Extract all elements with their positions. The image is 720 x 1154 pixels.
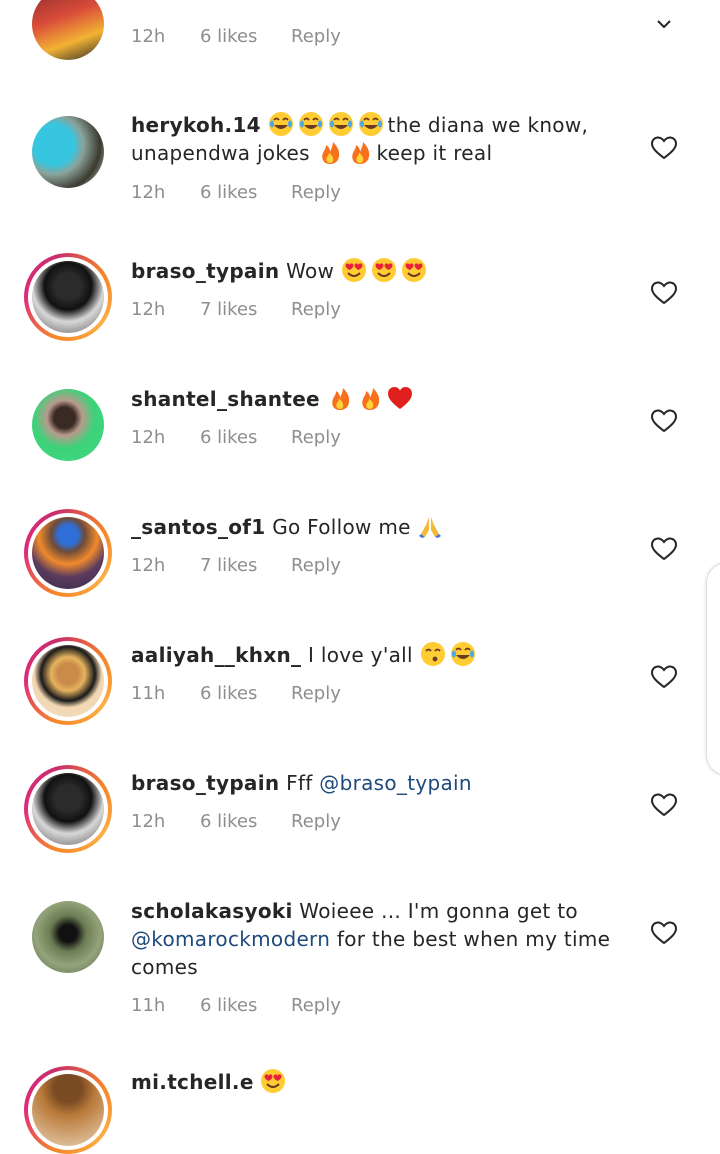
- laughing-emoji-icon: [357, 111, 384, 137]
- reply-button[interactable]: Reply: [291, 683, 341, 704]
- reply-button[interactable]: Reply: [291, 427, 341, 448]
- comment-time: 12h: [131, 299, 166, 320]
- comment-text: mi.tchell.e: [131, 1068, 631, 1096]
- comment-username[interactable]: aaliyah__khxn_: [131, 643, 301, 667]
- mention-link[interactable]: @braso_typain: [319, 771, 472, 795]
- comment-likes[interactable]: 6 likes: [200, 811, 257, 832]
- laughing-emoji-icon: [449, 641, 476, 667]
- heart-outline-icon[interactable]: [651, 281, 677, 305]
- fire-emoji-icon: [321, 142, 339, 164]
- comment-time: 11h: [131, 683, 166, 704]
- laughing-emoji-icon: [327, 111, 354, 137]
- comment-text: shantel_shantee: [131, 385, 631, 413]
- comment-body: Go Follow me: [272, 515, 411, 539]
- laughing-emoji-icon: [297, 111, 324, 137]
- heart-outline-icon[interactable]: [651, 793, 677, 817]
- comment-body: Wow: [286, 259, 335, 283]
- avatar[interactable]: [24, 509, 112, 597]
- red-heart-emoji-icon: [387, 387, 412, 409]
- side-panel-handle[interactable]: [706, 562, 720, 776]
- comment-time: 12h: [131, 811, 166, 832]
- reply-button[interactable]: Reply: [291, 811, 341, 832]
- fire-emoji-icon: [361, 388, 379, 410]
- chevron-down-icon[interactable]: [656, 18, 672, 30]
- heart-outline-icon[interactable]: [651, 921, 677, 945]
- comment-username[interactable]: scholakasyoki: [131, 899, 293, 923]
- comment-likes[interactable]: 6 likes: [200, 26, 257, 47]
- comment-username[interactable]: herykoh.14: [131, 113, 261, 137]
- comment-username[interactable]: _santos_of1: [131, 515, 266, 539]
- heart-outline-icon[interactable]: [651, 409, 677, 433]
- heart-eyes-emoji-icon: [370, 257, 397, 283]
- avatar[interactable]: [24, 765, 112, 853]
- comment-text: braso_typain Fff @braso_typain: [131, 769, 631, 797]
- comment-time: 12h: [131, 182, 166, 203]
- comment-body: Woieee ... I'm gonna get to: [299, 899, 578, 923]
- reply-button[interactable]: Reply: [291, 26, 341, 47]
- comment-time: 12h: [131, 427, 166, 448]
- comment-text: aaliyah__khxn_ I love y'all: [131, 641, 631, 669]
- heart-outline-icon[interactable]: [651, 537, 677, 561]
- reply-button[interactable]: Reply: [291, 299, 341, 320]
- heart-eyes-emoji-icon: [260, 1068, 287, 1094]
- comment-username[interactable]: braso_typain: [131, 771, 279, 795]
- reply-button[interactable]: Reply: [291, 995, 341, 1016]
- comment-likes[interactable]: 7 likes: [200, 299, 257, 320]
- comment-likes[interactable]: 7 likes: [200, 555, 257, 576]
- avatar[interactable]: [24, 253, 112, 341]
- comment-likes[interactable]: 6 likes: [200, 182, 257, 203]
- heart-outline-icon[interactable]: [651, 665, 677, 689]
- comment-body-end: keep it real: [376, 141, 493, 165]
- fire-emoji-icon: [351, 142, 369, 164]
- comment-username[interactable]: shantel_shantee: [131, 387, 320, 411]
- avatar[interactable]: [32, 0, 104, 60]
- avatar[interactable]: [24, 637, 112, 725]
- avatar[interactable]: [24, 1066, 112, 1154]
- pray-emoji-icon: [419, 517, 442, 538]
- laughing-emoji-icon: [267, 111, 294, 137]
- comment-text: braso_typain Wow: [131, 257, 631, 285]
- fire-emoji-icon: [331, 388, 349, 410]
- heart-outline-icon[interactable]: [651, 136, 677, 160]
- avatar[interactable]: [32, 901, 104, 973]
- comment-text: _santos_of1 Go Follow me: [131, 513, 631, 541]
- avatar[interactable]: [32, 116, 104, 188]
- comment-username[interactable]: braso_typain: [131, 259, 279, 283]
- reply-button[interactable]: Reply: [291, 555, 341, 576]
- mention-link[interactable]: @komarockmodern: [131, 927, 330, 951]
- comment-body: Fff: [286, 771, 313, 795]
- comment-likes[interactable]: 6 likes: [200, 683, 257, 704]
- heart-eyes-emoji-icon: [340, 257, 367, 283]
- comment-time: 11h: [131, 995, 166, 1016]
- comment-likes[interactable]: 6 likes: [200, 995, 257, 1016]
- reply-button[interactable]: Reply: [291, 182, 341, 203]
- comment-time: 12h: [131, 26, 166, 47]
- avatar[interactable]: [32, 389, 104, 461]
- heart-eyes-emoji-icon: [400, 257, 427, 283]
- comment-body: I love y'all: [308, 643, 413, 667]
- comment-likes[interactable]: 6 likes: [200, 427, 257, 448]
- comment-text: scholakasyoki Woieee ... I'm gonna get t…: [131, 897, 631, 981]
- comment-time: 12h: [131, 555, 166, 576]
- comment-username[interactable]: mi.tchell.e: [131, 1070, 254, 1094]
- comment-text: herykoh.14 the diana we know, unapendwa …: [131, 111, 631, 167]
- kissing-emoji-icon: [419, 641, 446, 667]
